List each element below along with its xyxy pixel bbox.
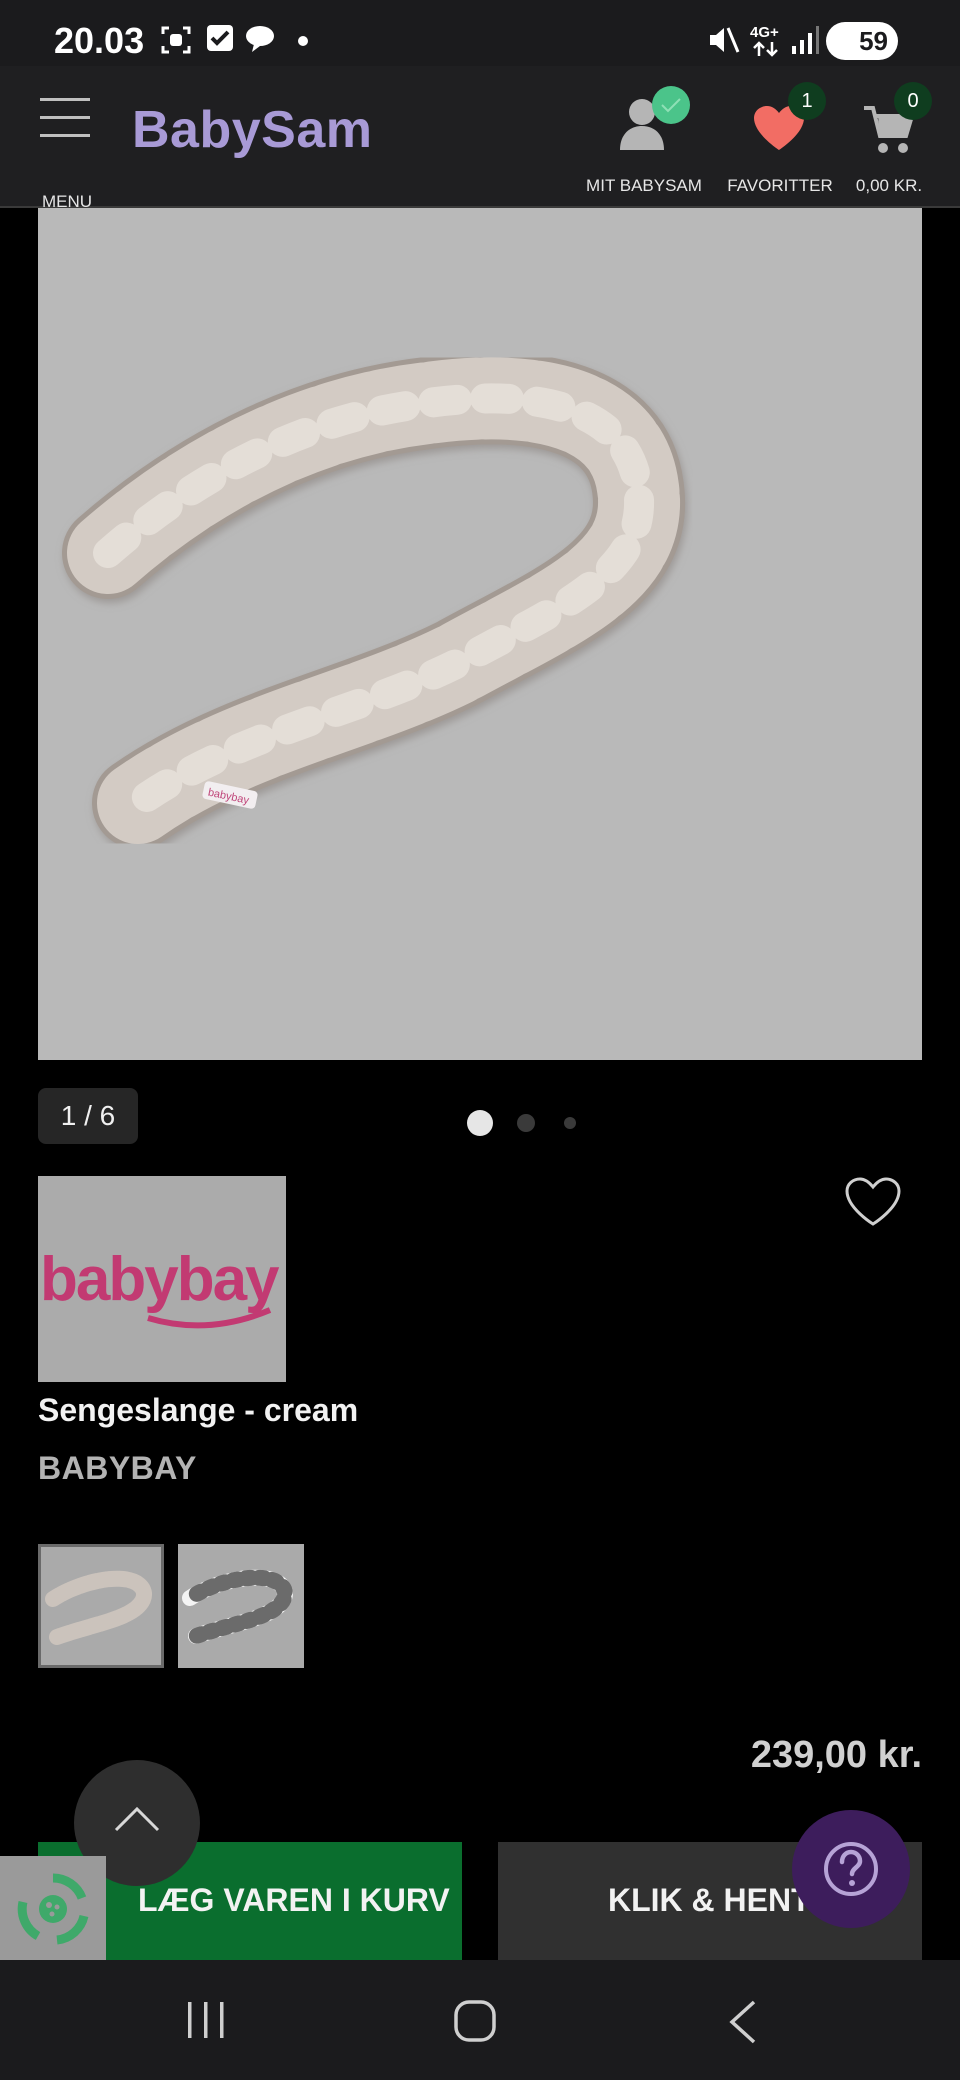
recent-apps-icon[interactable] — [186, 2002, 226, 2038]
battery-indicator: 59 — [826, 22, 898, 60]
click-collect-label: KLIK & HENT — [608, 1882, 811, 1918]
favorites-label: FAVORITTER — [727, 176, 833, 195]
site-header: MENU BabySam MIT BABYSAM 1 FAVORITTER 0 … — [0, 66, 960, 211]
check-icon — [661, 98, 681, 113]
favorites-count-badge: 1 — [788, 82, 826, 120]
brand-logo[interactable]: babybay — [38, 1176, 286, 1382]
carousel-dot-2[interactable] — [517, 1114, 535, 1132]
signal-icon — [792, 26, 819, 54]
image-counter-text: 1 / 6 — [60, 1100, 116, 1131]
add-to-cart-label: LÆG VAREN I KURV — [138, 1882, 450, 1918]
mute-icon — [710, 27, 740, 53]
home-icon[interactable] — [454, 2000, 496, 2042]
product-price: 239,00 kr. — [750, 1734, 922, 1776]
notification-dot — [298, 36, 308, 46]
back-icon[interactable] — [728, 2000, 758, 2044]
chat-icon — [246, 26, 274, 52]
help-button[interactable] — [792, 1810, 910, 1928]
babybay-logo: babybay — [40, 1245, 282, 1329]
recycle-icon — [17, 1873, 89, 1945]
cart-total: 0,00 KR. — [855, 176, 923, 195]
thumbnail-grey-white[interactable] — [178, 1544, 304, 1668]
network-type: 4G+ — [750, 24, 779, 41]
chevron-up-icon — [114, 1806, 160, 1832]
favorites-count: 1 — [801, 89, 813, 112]
image-counter: 1 / 6 — [38, 1088, 138, 1144]
logged-in-badge — [652, 86, 690, 124]
data-arrows-icon — [753, 41, 778, 57]
product-title: Sengeslange - cream — [38, 1392, 359, 1428]
product-main-image[interactable]: babybay — [38, 208, 922, 1060]
eco-widget-button[interactable] — [0, 1856, 106, 1960]
thumbnail-image — [45, 1570, 152, 1645]
account-label: MIT BABYSAM — [586, 176, 702, 195]
cart-count-badge: 0 — [894, 82, 932, 120]
status-time: 20.03 — [54, 20, 145, 61]
thumbnail-cream[interactable] — [38, 1544, 164, 1668]
system-nav-bar — [0, 1960, 960, 2080]
carousel-dot-1[interactable] — [467, 1110, 493, 1136]
menu-icon — [40, 98, 90, 101]
product-brand[interactable]: BABYBAY — [38, 1450, 197, 1487]
brand-logo-text: babybay — [40, 1245, 280, 1314]
screenshot-icon — [161, 26, 191, 54]
menu-button[interactable]: MENU — [36, 96, 98, 211]
status-bar: 20.03 4G+ 59 — [0, 0, 960, 66]
checkbox-icon — [207, 25, 233, 51]
battery-level: 59 — [859, 25, 888, 56]
braided-bumper-image: babybay — [62, 352, 685, 849]
add-to-favorites-icon[interactable] — [844, 1176, 902, 1228]
question-icon — [824, 1842, 878, 1896]
cart-count: 0 — [907, 89, 919, 112]
thumbnail-image — [182, 1569, 293, 1644]
logo[interactable]: BabySam — [132, 100, 373, 160]
carousel-dot-3[interactable] — [564, 1117, 576, 1129]
